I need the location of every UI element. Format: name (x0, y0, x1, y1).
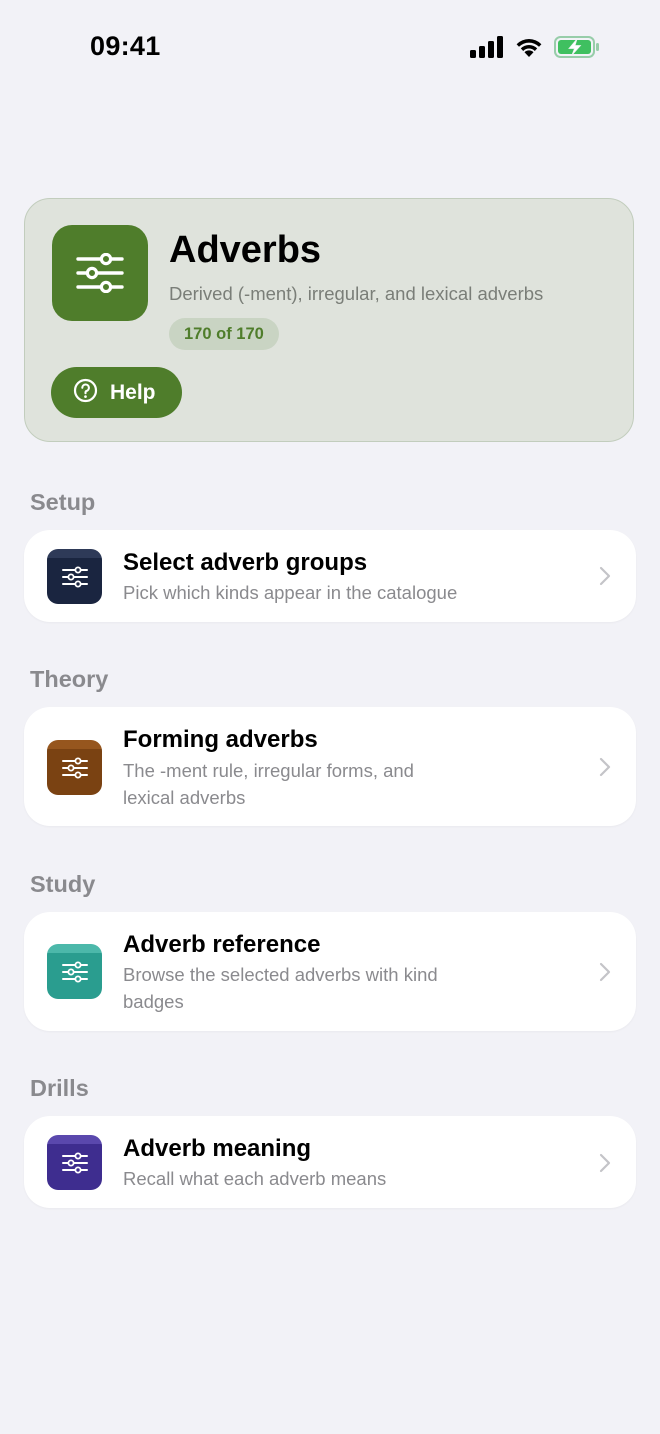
row-title: Select adverb groups (123, 549, 368, 576)
section-header-study: Study (30, 871, 96, 897)
cellular-signal-icon (470, 36, 504, 63)
help-label: Help (110, 380, 156, 404)
section-header-setup: Setup (30, 489, 96, 515)
page-subtitle: Derived (-ment), irregular, and lexical … (169, 283, 544, 304)
chevron-right-icon (599, 757, 611, 777)
help-button[interactable]: Help (51, 367, 182, 418)
row-title: Adverb meaning (123, 1135, 312, 1162)
sliders-icon (47, 549, 102, 604)
chevron-right-icon (599, 962, 611, 982)
count-badge: 170 of 170 (169, 318, 279, 350)
row-title: Forming adverbs (123, 726, 318, 753)
row-forming-adverbs[interactable]: Forming adverbs The -ment rule, irregula… (24, 707, 636, 826)
status-icons (470, 36, 600, 63)
row-select-adverb-groups[interactable]: Select adverb groups Pick which kinds ap… (24, 530, 636, 622)
row-adverb-reference[interactable]: Adverb reference Browse the selected adv… (24, 912, 636, 1031)
status-bar: 09:41 (0, 0, 660, 96)
row-title: Adverb reference (123, 931, 321, 958)
status-time: 09:41 (90, 31, 161, 61)
row-adverb-meaning[interactable]: Adverb meaning Recall what each adverb m… (24, 1116, 636, 1208)
battery-charging-icon (554, 36, 600, 63)
question-circle-icon (73, 378, 98, 408)
section-header-drills: Drills (30, 1075, 89, 1101)
wifi-icon (514, 36, 544, 63)
page-title: Adverbs (169, 229, 322, 271)
chevron-right-icon (599, 1153, 611, 1173)
sliders-icon (47, 740, 102, 795)
chevron-right-icon (599, 566, 611, 586)
hero-card: Adverbs Derived (-ment), irregular, and … (24, 198, 634, 442)
row-subtitle: Browse the selected adverbs with kind ba… (123, 964, 438, 1012)
section-header-theory: Theory (30, 666, 109, 692)
row-subtitle: Pick which kinds appear in the catalogue (123, 582, 458, 603)
sliders-icon (47, 1135, 102, 1190)
sliders-icon (47, 944, 102, 999)
row-subtitle: Recall what each adverb means (123, 1168, 387, 1189)
sliders-icon (52, 225, 148, 321)
row-subtitle: The -ment rule, irregular forms, and lex… (123, 760, 414, 808)
